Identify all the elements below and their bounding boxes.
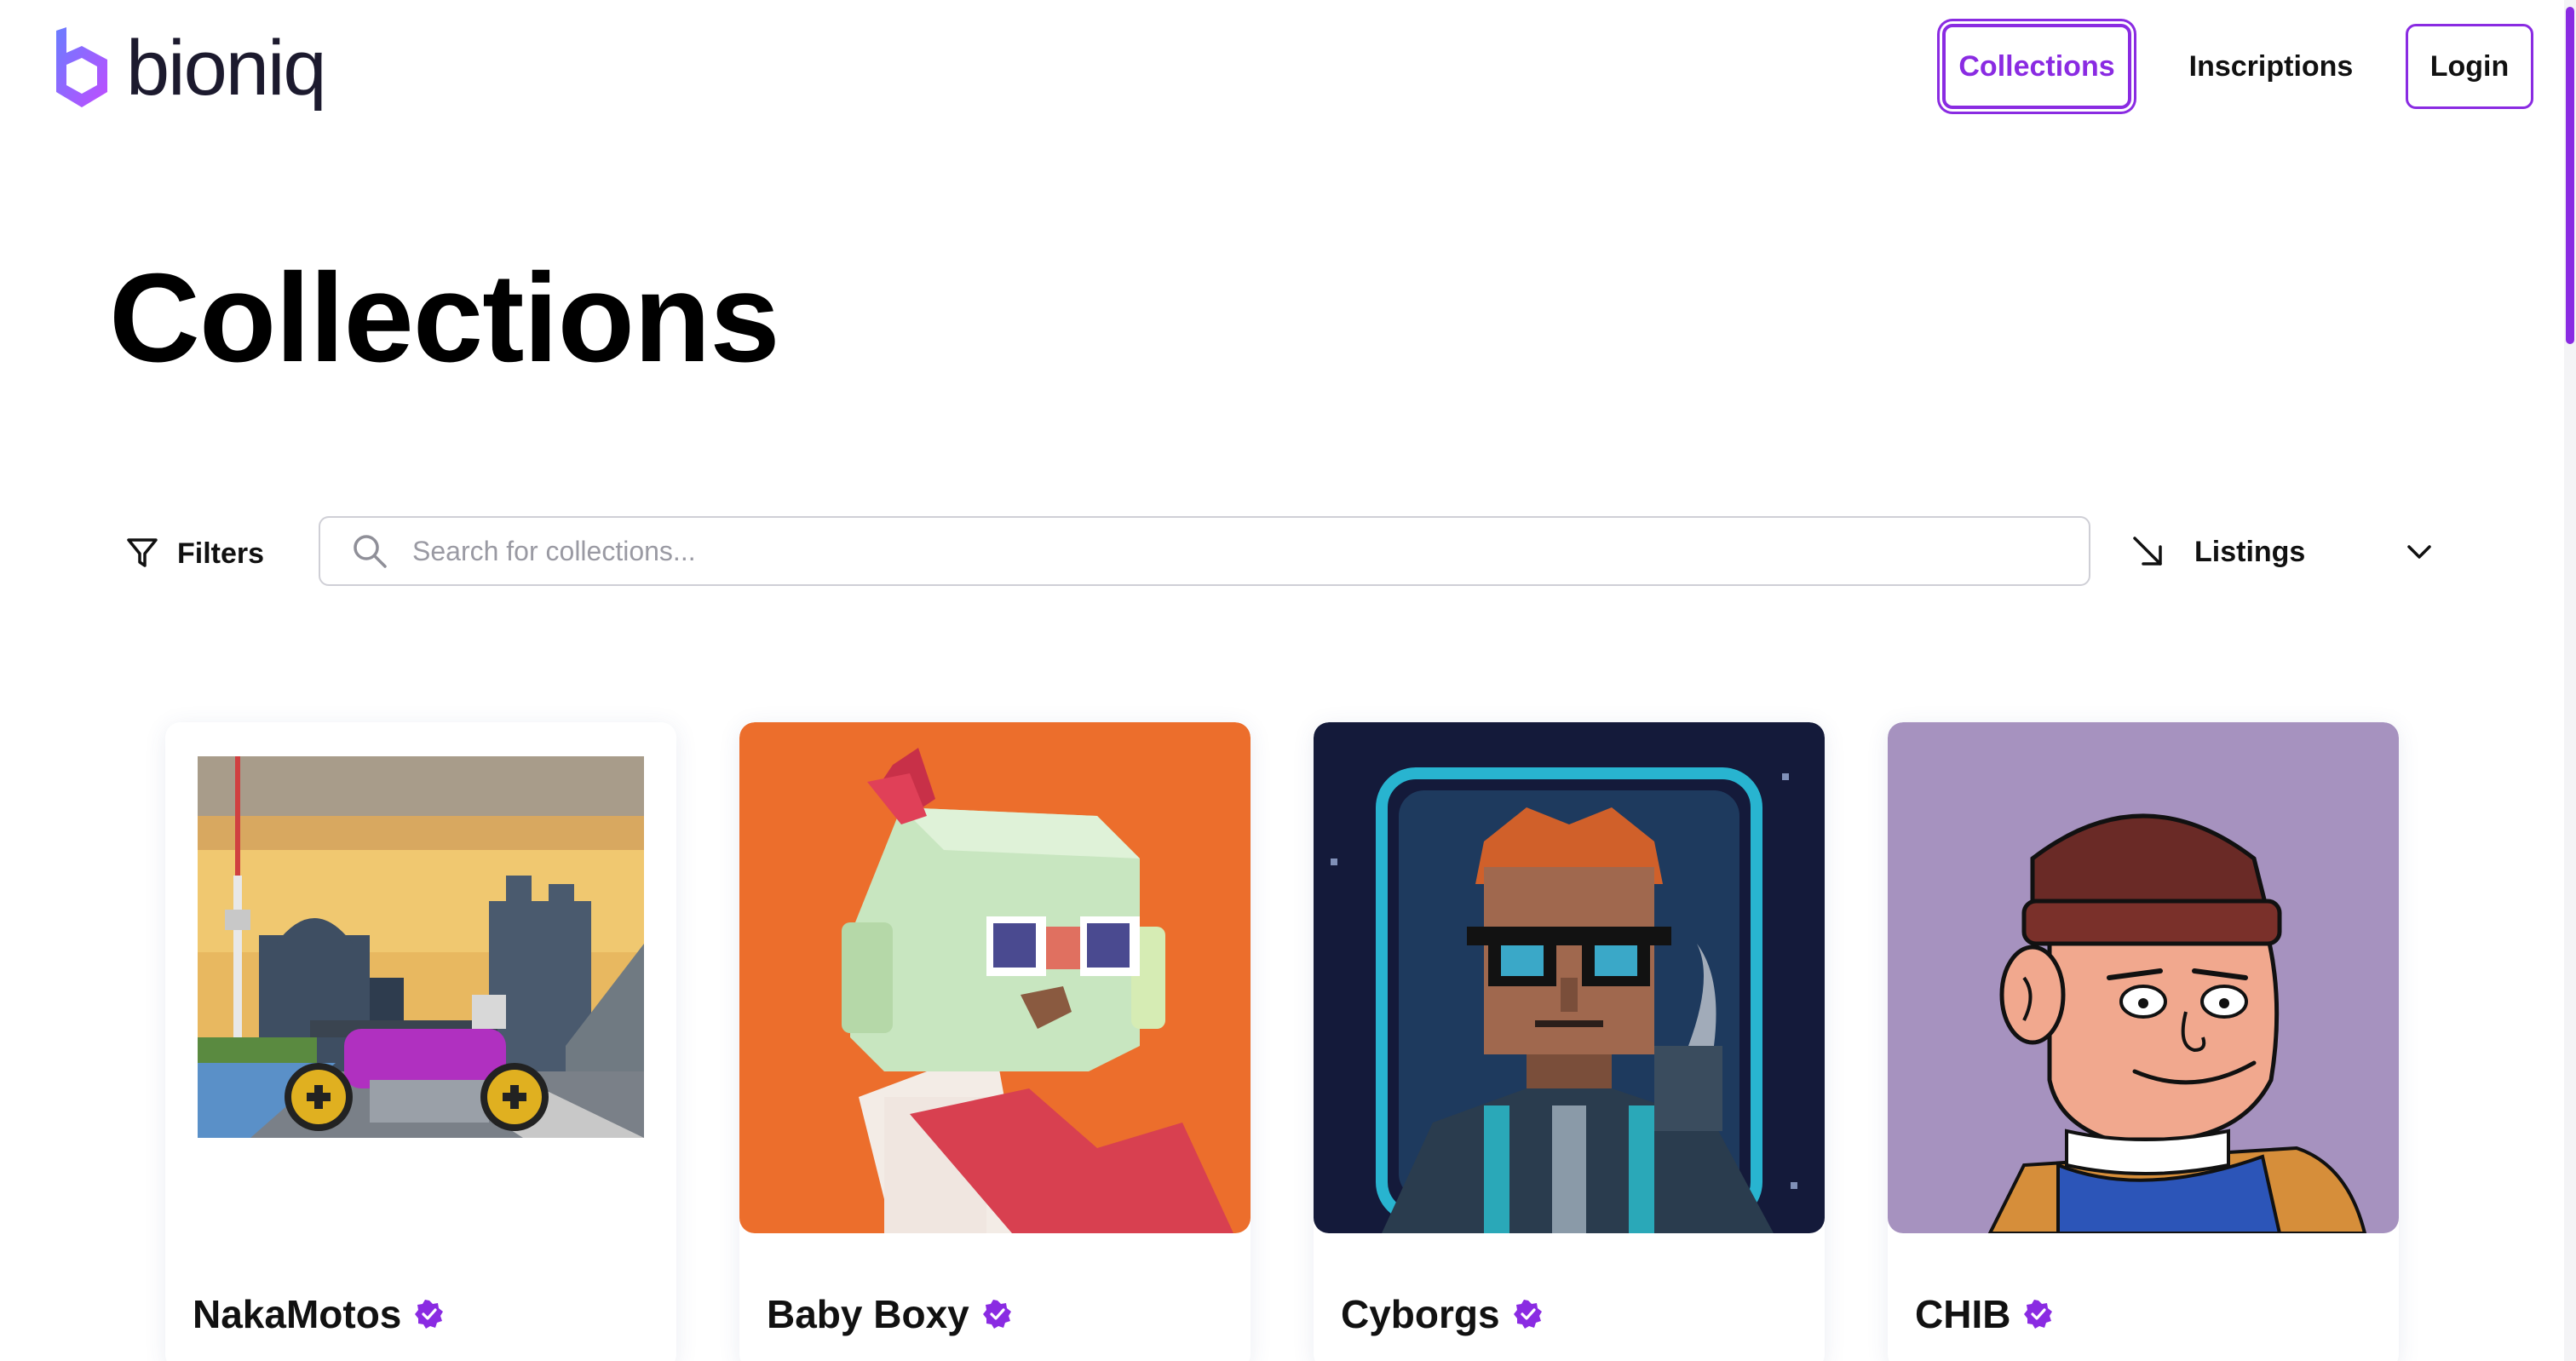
collection-name: NakaMotos xyxy=(193,1292,402,1336)
chevron-down-icon xyxy=(2407,545,2431,559)
collection-card[interactable]: NakaMotos xyxy=(165,722,676,1361)
page-title: Collections xyxy=(109,248,780,388)
collection-name-row: NakaMotos xyxy=(193,1291,444,1337)
boxy-character-orange-image xyxy=(739,722,1251,1233)
collection-image-cyborgs xyxy=(1314,722,1825,1233)
bioniq-logo-icon xyxy=(56,27,107,107)
collection-name-row: Baby Boxy xyxy=(767,1291,1012,1337)
search-input[interactable] xyxy=(412,535,2031,567)
collection-image-chib xyxy=(1888,722,2399,1233)
filters-label: Filters xyxy=(177,537,265,570)
top-header: bioniq Collections Inscriptions Login xyxy=(0,0,2576,136)
nav-collections-button[interactable]: Collections xyxy=(1942,24,2131,109)
brand-name: bioniq xyxy=(126,25,327,112)
cartoon-character-beanie-image xyxy=(1888,722,2399,1233)
verified-badge-icon xyxy=(415,1300,444,1329)
search-icon xyxy=(354,535,387,568)
scrollbar[interactable] xyxy=(2564,0,2576,1361)
collection-name-row: CHIB xyxy=(1915,1291,2053,1337)
collection-card[interactable]: Cyborgs xyxy=(1314,722,1825,1361)
collection-name: Cyborgs xyxy=(1341,1292,1500,1336)
page: bioniq Collections Inscriptions Login Co… xyxy=(0,0,2576,1361)
sort-dropdown[interactable]: Listings xyxy=(2130,525,2436,579)
scrollbar-thumb[interactable] xyxy=(2566,7,2574,344)
collection-image-nakamotos xyxy=(165,722,676,1233)
collection-image-baby-boxy xyxy=(739,722,1251,1233)
collection-name-row: Cyborgs xyxy=(1341,1291,1543,1337)
brand-logo[interactable]: bioniq xyxy=(53,25,327,112)
pixel-cyborg-portrait-image xyxy=(1314,722,1825,1233)
search-bar[interactable] xyxy=(319,516,2090,586)
filters-button[interactable]: Filters xyxy=(126,528,264,579)
arrow-down-right-icon xyxy=(2133,537,2162,566)
sort-label: Listings xyxy=(2194,535,2306,568)
collection-name: CHIB xyxy=(1915,1292,2011,1336)
login-button[interactable]: Login xyxy=(2406,24,2533,109)
verified-badge-icon xyxy=(982,1300,1011,1329)
verified-badge-icon xyxy=(1513,1300,1542,1329)
verified-badge-icon xyxy=(2024,1300,2053,1329)
funnel-icon xyxy=(127,538,158,567)
collection-card[interactable]: Baby Boxy xyxy=(739,722,1251,1361)
main-nav: Collections Inscriptions Login xyxy=(1942,24,2533,109)
pixel-art-motorcycle-city-image xyxy=(165,722,676,1233)
collection-card[interactable]: CHIB xyxy=(1888,722,2399,1361)
collection-name: Baby Boxy xyxy=(767,1292,969,1336)
nav-inscriptions-button[interactable]: Inscriptions xyxy=(2164,24,2378,109)
